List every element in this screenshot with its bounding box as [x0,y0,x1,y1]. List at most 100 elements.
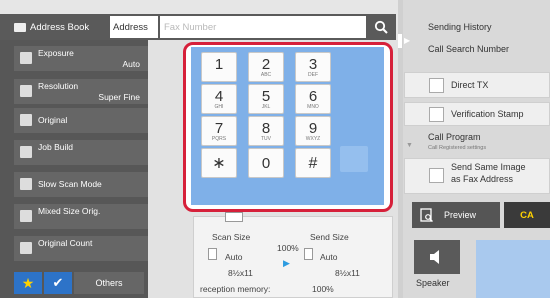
key-digit: 2 [261,55,271,73]
check-button[interactable]: ✔ [44,272,72,294]
key-letters: JKL [261,103,271,110]
ratio-value: 100% [277,243,299,253]
play-icon: ▶ [404,36,411,45]
send-paper-icon [304,248,313,260]
sidebar-item-label: Slow Scan Mode [38,179,102,189]
exposure-icon [20,52,32,64]
search-button[interactable] [366,14,396,40]
original-count-icon [20,242,32,254]
sidebar-item-resolution[interactable]: Resolution Super Fine [14,79,148,104]
job-build-icon [20,146,32,158]
sidebar-item-exposure[interactable]: Exposure Auto [14,46,148,71]
as-fax-address-label: as Fax Address [451,174,514,184]
key-letters: MNO [307,103,319,110]
scan-paper-size: 8½x11 [228,268,253,278]
direct-tx-checkbox[interactable] [429,78,444,93]
slow-scan-icon [20,178,32,190]
sidebar-item-label: Exposure [38,48,74,58]
address-book-label: Address Book [30,21,90,33]
sidebar-item-value: Auto [122,59,141,69]
sidebar-item-label: Job Build [38,142,73,152]
key-digit: 6 [308,87,318,105]
disabled-key [340,146,368,172]
address-book-icon [14,22,26,32]
direct-tx-option[interactable]: Direct TX [404,72,550,98]
key-0[interactable]: 0 [248,148,284,178]
verification-stamp-checkbox[interactable] [429,107,444,122]
address-book-button[interactable]: Address Book [14,16,110,38]
favorite-button[interactable]: ★ [14,272,42,294]
sidebar-item-original[interactable]: Original [14,108,148,133]
key-5[interactable]: 5 JKL [248,84,284,114]
speaker-button[interactable] [414,240,460,274]
arrow-right-icon: ▶ [283,258,290,268]
key-digit: 8 [261,119,271,137]
key-letters: PQRS [211,135,227,142]
key-digit: 0 [261,154,271,172]
key-digit: # [308,154,318,172]
panel-toggle-bar [398,34,402,48]
preview-button[interactable]: Preview [412,202,500,228]
sidebar-item-label: Original [38,115,68,125]
sidebar-item-original-count[interactable]: Original Count [14,236,148,261]
send-same-image-checkbox[interactable] [429,168,444,183]
key-8[interactable]: 8 TUV [248,116,284,146]
sidebar-item-label: Resolution [38,81,79,91]
key-letters: TUV [261,135,271,142]
speaker-icon [430,250,439,264]
collapse-icon: ▼ [406,142,413,149]
key-letters: GHI [214,103,224,110]
key-6[interactable]: 6 MNO [295,84,331,114]
start-button[interactable] [476,240,550,298]
sidebar-item-job-build[interactable]: Job Build [14,140,148,165]
scan-auto: Auto [225,252,243,262]
original-icon [225,212,243,222]
sidebar-item-mixed-size-orig[interactable]: Mixed Size Orig. [14,204,148,229]
speaker-label: Speaker [416,278,450,288]
key-digit: 5 [261,87,271,105]
call-search-number-link[interactable]: Call Search Number [428,44,509,54]
send-paper-size: 8½x11 [335,268,360,278]
resolution-icon [20,85,32,97]
key-asterisk[interactable]: ∗ [201,148,237,178]
key-digit: 7 [214,119,224,137]
key-letters: ABC [260,71,272,78]
send-auto: Auto [320,252,338,262]
key-7[interactable]: 7 PQRS [201,116,237,146]
search-icon [374,20,388,34]
mixed-size-icon [20,210,32,222]
others-button[interactable]: Others [74,272,144,294]
sidebar-item-slow-scan-mode[interactable]: Slow Scan Mode [14,172,148,197]
check-icon: ✔ [52,275,64,290]
memory-label: reception memory: [200,284,271,294]
direct-tx-label: Direct TX [451,80,489,90]
key-digit: 1 [214,55,224,73]
sidebar-item-value: Super Fine [98,92,140,102]
key-hash[interactable]: # [295,148,331,178]
key-4[interactable]: 4 GHI [201,84,237,114]
sidebar-item-label: Original Count [38,238,93,248]
key-9[interactable]: 9 WXYZ [295,116,331,146]
send-same-image-option[interactable]: Send Same Image as Fax Address [404,158,550,194]
key-digit: 9 [308,119,318,137]
original-icon [20,114,32,126]
sidebar-item-label: Mixed Size Orig. [38,206,101,216]
verification-stamp-option[interactable]: Verification Stamp [404,102,550,126]
key-2[interactable]: 2 ABC [248,52,284,82]
key-3[interactable]: 3 DEF [295,52,331,82]
address-tab[interactable]: Address [110,16,158,38]
key-digit: 4 [214,87,224,105]
fax-number-input[interactable]: Fax Number [160,16,366,38]
call-program-link[interactable]: Call Program [428,132,481,142]
send-same-image-label: Send Same Image [451,162,526,172]
sending-history-link[interactable]: Sending History [428,22,492,32]
ca-button[interactable]: CA [504,202,550,228]
key-1[interactable]: 1 [201,52,237,82]
memory-value: 100% [312,284,334,294]
key-digit: 3 [308,55,318,73]
scan-paper-icon [208,248,217,260]
star-icon: ★ [21,274,35,291]
preview-label: Preview [444,210,477,220]
key-digit: ∗ [212,154,226,172]
scan-size-label: Scan Size [212,232,251,242]
